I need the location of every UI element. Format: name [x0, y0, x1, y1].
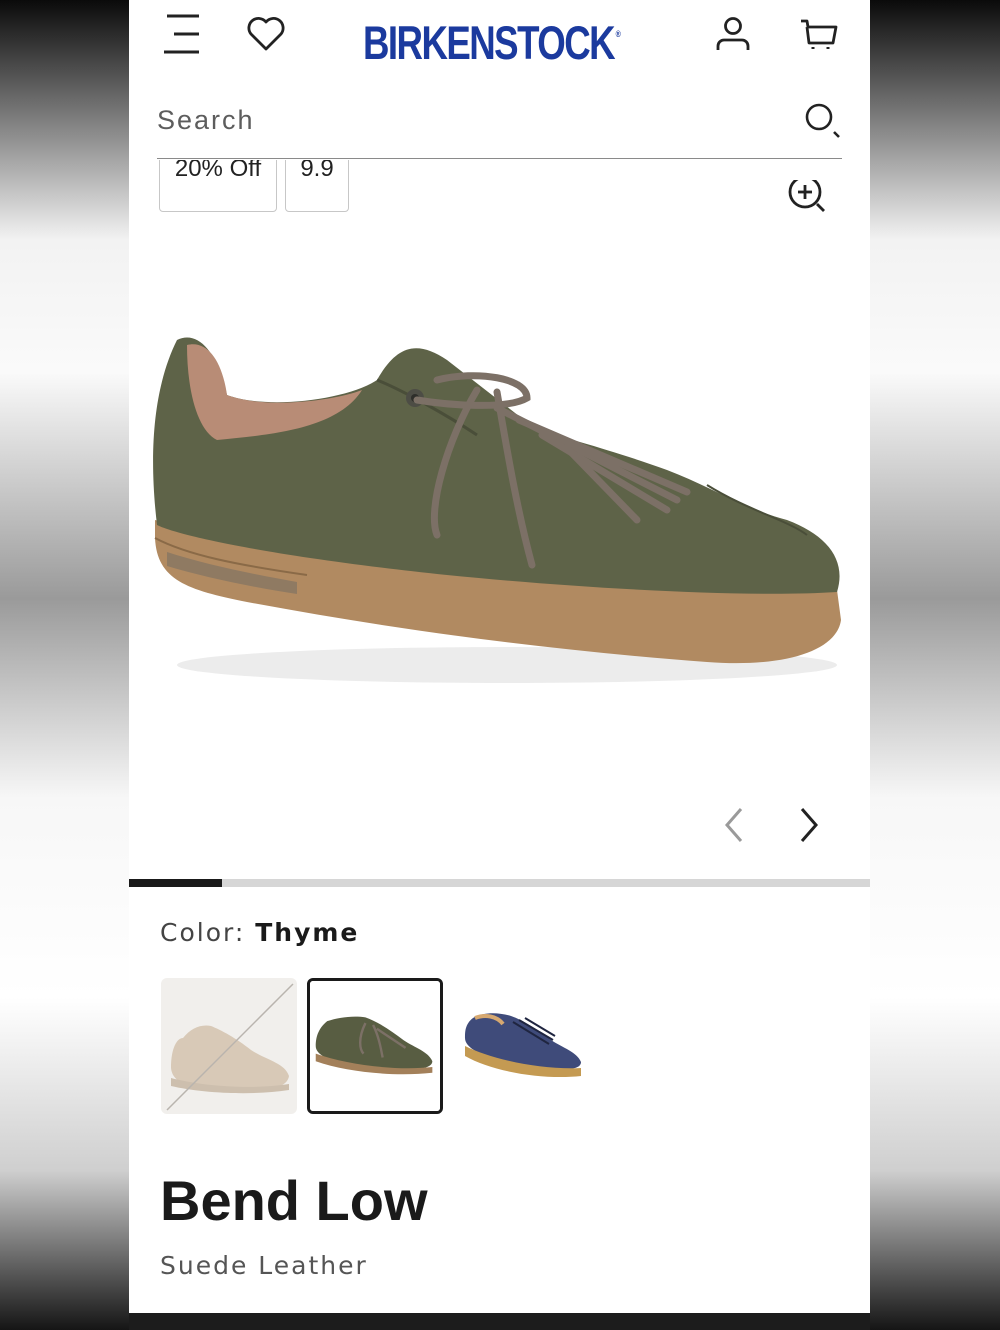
color-swatch-taupe[interactable] [161, 978, 297, 1114]
color-label-text: Color: [160, 918, 246, 947]
gallery-progress-fill [129, 879, 222, 887]
color-swatch-thyme[interactable] [307, 978, 443, 1114]
product-gallery[interactable]: 20% Off 9.9 [129, 160, 870, 880]
search-icon[interactable] [804, 102, 842, 140]
discount-badge: 20% Off [159, 160, 277, 212]
brand-logo[interactable]: BIRKENSTOCK ® [363, 8, 621, 69]
rating-badge-label: 9.9 [300, 160, 334, 182]
search-input[interactable] [157, 100, 757, 140]
rating-badge: 9.9 [285, 160, 349, 212]
previous-image-arrow-icon[interactable] [719, 805, 749, 845]
bottom-bar [129, 1313, 870, 1330]
next-image-arrow-icon[interactable] [794, 805, 824, 845]
heart-icon[interactable] [247, 16, 285, 52]
gallery-progress-track [129, 879, 870, 887]
search-bar [157, 90, 842, 159]
menu-icon[interactable] [161, 14, 201, 54]
background-left [0, 0, 129, 1330]
product-image [153, 337, 841, 683]
site-header: BIRKENSTOCK ® [129, 0, 870, 70]
selected-color-name: Thyme [255, 918, 360, 947]
background-right [870, 0, 1000, 1330]
product-material: Suede Leather [160, 1251, 368, 1280]
product-page: BIRKENSTOCK® 20% Off 9.9 [129, 0, 870, 1330]
brand-name: BIRKENSTOCK [363, 16, 616, 69]
discount-badge-label: 20% Off [174, 160, 262, 182]
color-selector-label: Color: Thyme [160, 918, 359, 947]
zoom-in-icon[interactable] [785, 180, 833, 220]
product-title: Bend Low [160, 1169, 428, 1232]
registered-mark: ® [615, 29, 621, 39]
cart-icon[interactable] [799, 16, 839, 54]
account-icon[interactable] [715, 16, 751, 54]
color-swatch-navy[interactable] [453, 978, 589, 1114]
